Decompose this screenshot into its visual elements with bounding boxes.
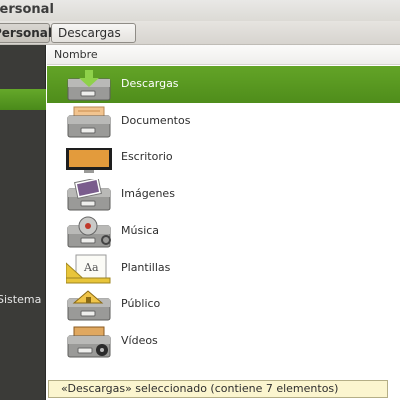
list-item-label: Descargas (121, 77, 179, 90)
sidebar: Sistema (0, 45, 46, 400)
list-item-label: Plantillas (121, 261, 171, 274)
pictures-folder-icon (67, 179, 111, 211)
path-bar: Personal Descargas (0, 21, 400, 45)
sidebar-item-selected[interactable] (0, 89, 46, 110)
list-item-documentos[interactable]: Documentos (47, 103, 400, 140)
status-bar: «Descargas» seleccionado (contiene 7 ele… (48, 380, 388, 398)
documents-folder-icon (67, 106, 111, 138)
svg-text:Aa: Aa (83, 261, 99, 274)
list-item-plantillas[interactable]: Aa Plantillas (47, 250, 400, 287)
list-item-label: Música (121, 224, 160, 237)
list-item-label: Escritorio (121, 150, 173, 163)
list-item-label: Público (121, 297, 161, 310)
list-item-label: Documentos (121, 114, 191, 127)
file-list: Nombre Descargas Documentos Escritorio I… (47, 45, 400, 400)
list-item-musica[interactable]: Música (47, 213, 400, 250)
videos-folder-icon (67, 326, 111, 358)
list-item-videos[interactable]: Vídeos (47, 323, 400, 360)
breadcrumb-personal[interactable]: Personal (0, 23, 52, 43)
download-folder-icon (67, 70, 111, 101)
column-header-name[interactable]: Nombre (47, 45, 400, 65)
templates-folder-icon: Aa (66, 254, 111, 284)
list-item-label: Imágenes (121, 187, 175, 200)
music-folder-icon (67, 216, 111, 248)
list-item-publico[interactable]: Público (47, 286, 400, 323)
list-item-imagenes[interactable]: Imágenes (47, 176, 400, 213)
title-bar: Personal (0, 0, 400, 21)
list-item-label: Vídeos (121, 334, 158, 347)
list-item-descargas[interactable]: Descargas (47, 66, 400, 103)
window-title: Personal (0, 2, 54, 17)
public-folder-icon (67, 290, 111, 321)
desktop-folder-icon (66, 148, 112, 173)
sidebar-item-sistema[interactable]: Sistema (0, 293, 41, 306)
list-item-escritorio[interactable]: Escritorio (47, 139, 400, 176)
breadcrumb-descargas[interactable]: Descargas (51, 23, 136, 43)
